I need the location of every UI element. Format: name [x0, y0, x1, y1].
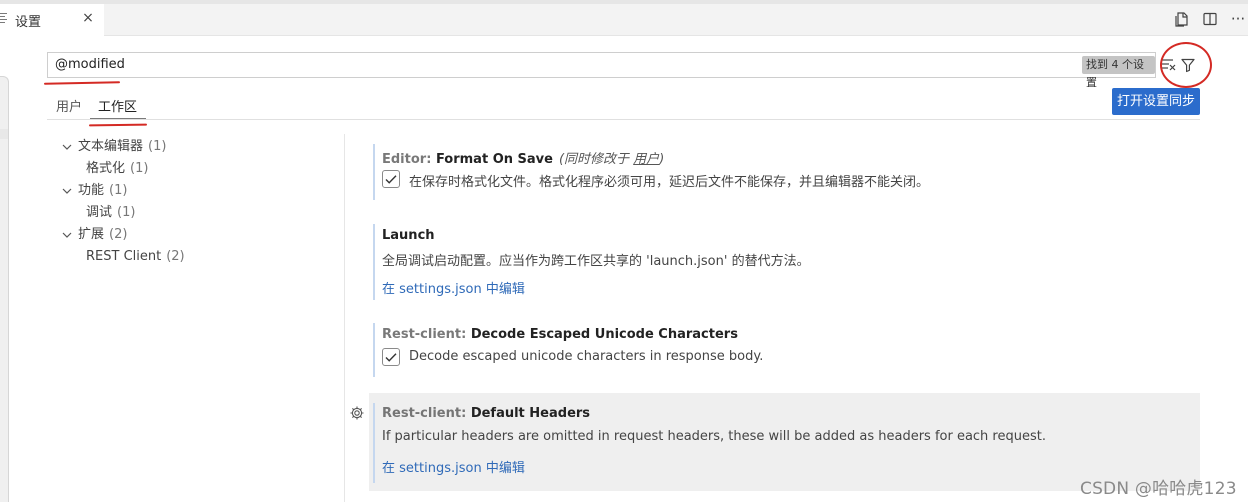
modified-indicator [373, 403, 375, 483]
toc-item-debug[interactable]: 调试 (1) [58, 202, 338, 224]
split-editor-icon[interactable] [1200, 10, 1220, 28]
tab-workspace[interactable]: 工作区 [98, 96, 137, 115]
tab-label: 设置 [15, 15, 42, 30]
modified-indicator [373, 224, 375, 300]
toc-label: 调试 [86, 205, 113, 220]
modified-elsewhere-note: (同时修改于 用户) [558, 152, 665, 167]
toc-label: REST Client [86, 249, 162, 264]
active-tab-indicator [90, 118, 146, 119]
gear-icon[interactable] [349, 405, 365, 421]
edit-in-settings-json-link[interactable]: 在 settings.json 中编辑 [382, 457, 525, 476]
toc-item-features[interactable]: 功能 (1) [58, 180, 338, 202]
edit-in-settings-json-link[interactable]: 在 settings.json 中编辑 [382, 278, 525, 297]
toc-count: (2) [166, 249, 185, 264]
background-window-edge [0, 76, 9, 502]
toc-label: 文本编辑器 [78, 139, 144, 154]
toc-count: (1) [130, 161, 149, 176]
chevron-down-icon [62, 232, 72, 238]
toc-splitter[interactable] [344, 134, 345, 502]
format-on-save-checkbox[interactable] [382, 170, 400, 188]
toc-label: 格式化 [86, 161, 126, 176]
toc-count: (2) [109, 227, 128, 242]
tab-user[interactable]: 用户 [56, 96, 82, 115]
setting-title: Launch [382, 228, 435, 243]
tab-settings[interactable]: 设置 × [0, 4, 104, 36]
result-count-badge: 找到 4 个设置 [1082, 56, 1155, 89]
setting-description: 全局调试启动配置。应当作为跨工作区共享的 'launch.json' 的替代方法… [382, 254, 810, 269]
decode-unicode-checkbox[interactable] [382, 348, 400, 366]
filter-icon[interactable] [1177, 54, 1199, 76]
setting-title: Rest-client: Default Headers [382, 406, 591, 421]
editor-actions: ··· [1172, 10, 1248, 28]
settings-file-icon [0, 13, 8, 25]
toc-label: 扩展 [78, 227, 105, 242]
toc-count: (1) [148, 139, 167, 154]
setting-default-headers: Rest-client: Default Headers If particul… [369, 393, 1200, 491]
modified-indicator [373, 144, 375, 200]
open-settings-sync-button[interactable]: 打开设置同步 [1112, 88, 1200, 115]
chevron-down-icon [62, 144, 72, 150]
close-icon[interactable]: × [80, 10, 96, 26]
check-icon [385, 175, 397, 184]
setting-description: Decode escaped unicode characters in res… [409, 349, 764, 364]
toc-item-formatting[interactable]: 格式化 (1) [58, 158, 338, 180]
editor-tab-bar: 设置 × ··· [0, 0, 1248, 36]
setting-title: Editor: Format On Save (同时修改于 用户) [382, 152, 665, 167]
open-json-icon[interactable] [1172, 10, 1192, 28]
setting-format-on-save: Editor: Format On Save (同时修改于 用户) 在保存时格式化… [369, 144, 1200, 200]
annotation-underline-search [43, 81, 121, 85]
setting-decode-escaped-unicode: Rest-client: Decode Escaped Unicode Char… [369, 323, 1200, 377]
check-icon [385, 353, 397, 362]
search-query: @modified [55, 57, 125, 72]
more-actions-icon[interactable]: ··· [1228, 10, 1248, 28]
settings-search-input[interactable]: @modified 找到 4 个设置 [47, 52, 1156, 89]
toc-label: 功能 [78, 183, 105, 198]
modified-indicator [373, 323, 375, 377]
toc-count: (1) [117, 205, 136, 220]
annotation-underline-tab [88, 123, 148, 127]
setting-description: If particular headers are omitted in req… [382, 429, 1046, 444]
clear-filter-icon[interactable] [1160, 56, 1176, 72]
watermark: CSDN @哈哈虎123 [1080, 479, 1237, 499]
scope-tabs: 用户 工作区 [47, 95, 1200, 120]
modified-in-user-link[interactable]: 用户 [633, 152, 659, 167]
toc-item-text-editor[interactable]: 文本编辑器 (1) [58, 136, 338, 158]
settings-toc: 文本编辑器 (1) 格式化 (1) 功能 (1) 调试 (1) 扩展 (2) REST C… [58, 136, 338, 268]
setting-launch: Launch 全局调试启动配置。应当作为跨工作区共享的 'launch.json… [369, 224, 1200, 300]
toc-item-rest-client[interactable]: REST Client (2) [58, 246, 338, 268]
toc-count: (1) [109, 183, 128, 198]
toc-item-extensions[interactable]: 扩展 (2) [58, 224, 338, 246]
setting-description: 在保存时格式化文件。格式化程序必须可用，延迟后文件不能保存，并且编辑器不能关闭。 [409, 175, 930, 190]
chevron-down-icon [62, 188, 72, 194]
window-top-strip [0, 0, 1248, 4]
setting-title: Rest-client: Decode Escaped Unicode Char… [382, 327, 738, 342]
